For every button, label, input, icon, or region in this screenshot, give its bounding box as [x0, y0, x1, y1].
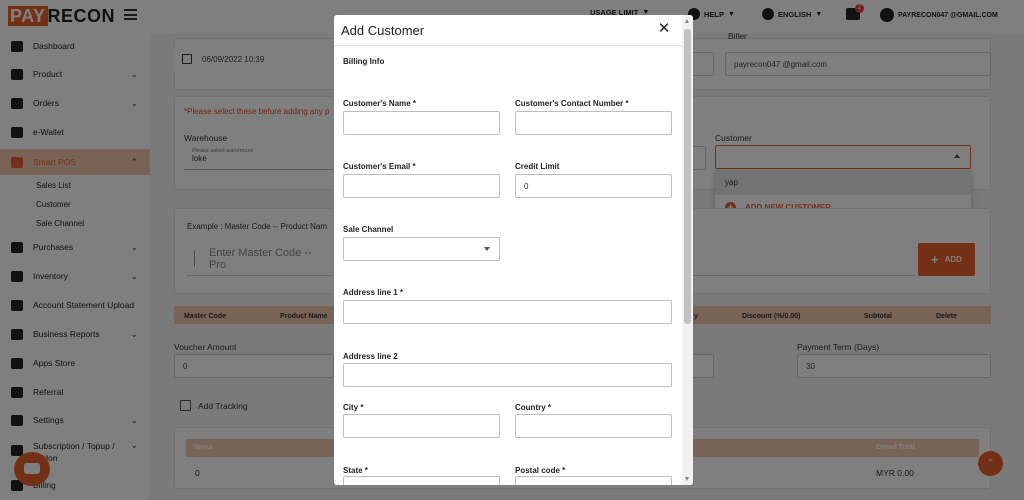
country-label: Country *: [515, 403, 551, 412]
customer-email-input[interactable]: [343, 174, 500, 198]
sale-channel-label: Sale Channel: [343, 225, 394, 234]
customer-name-label: Customer's Name *: [343, 99, 417, 108]
caret-down-icon: [484, 247, 490, 251]
sale-channel-select[interactable]: [343, 237, 500, 261]
address-line-1-label: Address line 1 *: [343, 288, 404, 297]
credit-limit-label: Credit Limit: [515, 162, 560, 171]
state-label: State *: [343, 466, 368, 475]
postal-code-input[interactable]: [515, 476, 672, 485]
customer-email-label: Customer's Email *: [343, 162, 416, 171]
contact-number-input[interactable]: [515, 111, 672, 135]
postal-code-label: Postal code *: [515, 466, 566, 475]
dialog-header: Add Customer ✕: [334, 15, 693, 46]
contact-number-label: Customer's Contact Number *: [515, 99, 629, 108]
city-label: City *: [343, 403, 364, 412]
scroll-down-arrow-icon[interactable]: [685, 477, 689, 481]
scrollbar-thumb[interactable]: [684, 29, 691, 324]
customer-name-input[interactable]: [343, 111, 500, 135]
city-input[interactable]: [343, 414, 500, 438]
address-line-2-label: Address line 2: [343, 352, 398, 361]
credit-limit-input[interactable]: [515, 174, 672, 198]
dialog-title: Add Customer: [341, 23, 425, 38]
close-icon[interactable]: ✕: [657, 21, 671, 36]
address-line-2-input[interactable]: [343, 363, 672, 387]
scroll-up-arrow-icon[interactable]: [685, 19, 689, 23]
billing-info-heading: Billing Info: [343, 57, 385, 66]
dialog-scrollbar[interactable]: [682, 15, 693, 485]
address-line-1-input[interactable]: [343, 300, 672, 324]
add-customer-dialog: Add Customer ✕ Billing Info Customer's N…: [334, 15, 693, 485]
country-input[interactable]: [515, 414, 672, 438]
dialog-body: Billing Info Customer's Name * Customer'…: [334, 46, 682, 485]
state-input[interactable]: [343, 476, 500, 485]
